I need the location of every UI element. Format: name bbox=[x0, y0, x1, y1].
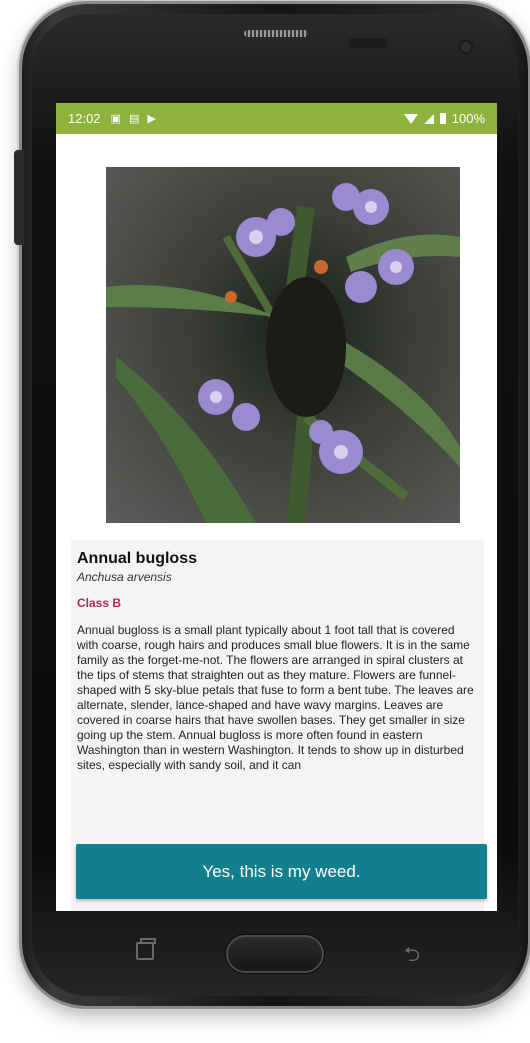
volume-button[interactable] bbox=[14, 150, 24, 245]
play-store-icon: ▶ bbox=[147, 113, 156, 125]
battery-icon bbox=[439, 113, 446, 124]
status-right: 100% bbox=[403, 111, 485, 126]
front-camera-icon bbox=[461, 42, 471, 52]
battery-level: 100% bbox=[451, 111, 485, 126]
confirm-weed-button[interactable]: Yes, this is my weed. bbox=[76, 844, 487, 899]
signal-icon bbox=[423, 113, 434, 124]
weed-description: Annual bugloss is a small plant typicall… bbox=[77, 623, 474, 772]
app-screen: 12:02 ▣ ▤ ▶ 100% Annual bugloss Anchusa … bbox=[56, 103, 497, 911]
earpiece-speaker bbox=[244, 30, 308, 37]
status-time: 12:02 bbox=[68, 111, 101, 126]
image-icon: ▣ bbox=[110, 113, 121, 125]
wifi-icon bbox=[403, 113, 418, 124]
home-button[interactable] bbox=[226, 935, 324, 973]
recent-apps-icon[interactable] bbox=[136, 938, 156, 960]
weed-latin-name: Anchusa arvensis bbox=[77, 570, 172, 584]
status-bar: 12:02 ▣ ▤ ▶ 100% bbox=[56, 103, 497, 134]
weed-common-name: Annual bugloss bbox=[77, 550, 197, 567]
weed-photo bbox=[106, 167, 460, 523]
weed-photo-illustration bbox=[106, 183, 460, 523]
back-icon[interactable]: ⮌ bbox=[404, 940, 420, 974]
weed-class-label: Class B bbox=[77, 596, 122, 610]
proximity-sensor bbox=[348, 38, 388, 48]
sd-card-icon: ▤ bbox=[128, 113, 140, 125]
